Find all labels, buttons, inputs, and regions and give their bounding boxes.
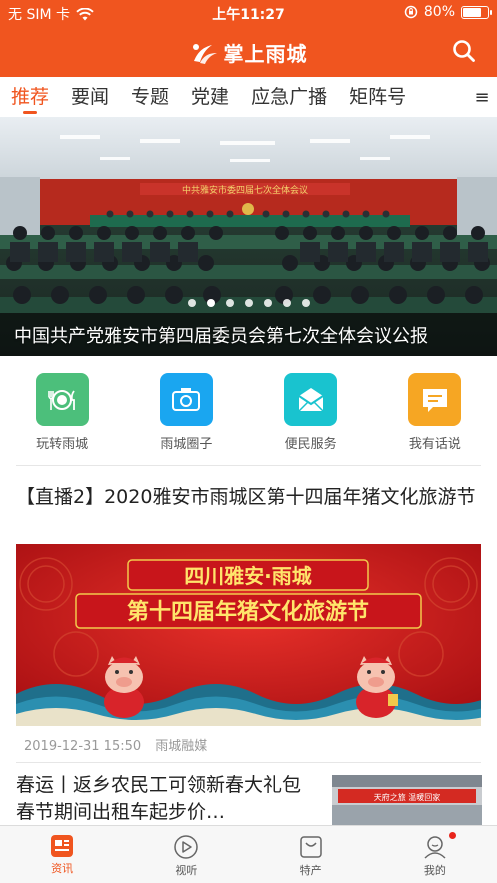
carousel-indicator (0, 299, 497, 307)
carousel-dot[interactable] (282, 299, 291, 307)
app-title: 掌上雨城 (0, 38, 497, 67)
carousel-dot[interactable] (225, 299, 234, 307)
nav-specialty[interactable]: 特产 (249, 826, 373, 883)
article-thumbnail[interactable]: 天府之旅 温暖回家 (332, 775, 482, 825)
quick-action-public-service[interactable]: 便民服务 (249, 356, 373, 462)
article-source: 雨城融媒 (155, 739, 208, 754)
tabs-menu-icon[interactable]: ≡ (467, 77, 497, 117)
banner-image: 中共雅安市委四届七次全体会议 (0, 117, 497, 356)
orientation-lock-icon (404, 5, 418, 19)
app-title-text: 掌上雨城 (223, 42, 308, 66)
poster-line1: 四川雅安·雨城 (184, 564, 312, 588)
quick-action-label: 雨城圈子 (160, 437, 213, 452)
play-icon (174, 835, 199, 859)
battery-icon (461, 5, 492, 19)
nav-label: 特产 (299, 864, 322, 877)
notification-badge (448, 832, 456, 839)
top-bar: 无 SIM 卡 上午11:27 80% 掌上雨城 (0, 0, 497, 77)
tab-party-building[interactable]: 党建 (180, 77, 240, 117)
divider (16, 465, 481, 466)
tab-matrix-accounts[interactable]: 矩阵号 (338, 77, 417, 117)
category-tabs: 推荐 要闻 专题 党建 应急广播 矩阵号 ≡ (0, 77, 497, 117)
quick-action-label: 玩转雨城 (36, 437, 89, 452)
nav-mine[interactable]: 我的 (373, 826, 497, 883)
nav-label: 我的 (423, 864, 446, 877)
banner-caption: 中国共产党雅安市第四届委员会第七次全体会议公报 (14, 326, 428, 347)
chat-icon (408, 373, 462, 426)
thumb-text: 天府之旅 温暖回家 (374, 792, 441, 802)
festival-poster: 四川雅安·雨城 第十四届年猪文化旅游节 (16, 544, 481, 726)
divider (16, 762, 481, 763)
article-time: 2019-12-31 15:50 (24, 739, 142, 754)
quick-action-label: 便民服务 (284, 437, 337, 452)
stage-banner-text: 中共雅安市委四届七次全体会议 (182, 184, 308, 196)
quick-action-city-circle[interactable]: 雨城圈子 (124, 356, 248, 462)
quick-actions: 玩转雨城 雨城圈子 便民服务 我有话说 (0, 356, 497, 462)
bottom-nav: 资讯 视听 特产 我的 (0, 825, 497, 883)
tab-topics[interactable]: 专题 (120, 77, 180, 117)
carousel-dot[interactable] (206, 299, 215, 307)
carousel-dot[interactable] (187, 299, 196, 307)
article-title[interactable]: 【直播2】2020雅安市雨城区第十四届年猪文化旅游节 (16, 484, 484, 510)
quick-action-fun-city[interactable]: 玩转雨城 (0, 356, 124, 462)
article-image[interactable]: 四川雅安·雨城 第十四届年猪文化旅游节 (16, 544, 481, 726)
carousel-dot[interactable] (301, 299, 310, 307)
nav-label: 资讯 (51, 862, 74, 875)
dining-icon (35, 373, 89, 426)
article-meta: 2019-12-31 15:50 雨城融媒 (24, 735, 217, 754)
quick-action-label: 我有话说 (408, 437, 461, 452)
article-title[interactable]: 春运丨返乡农民工可领新春大礼包 春节期间出租车起步价… (16, 772, 316, 826)
quick-action-speak-up[interactable]: 我有话说 (373, 356, 497, 462)
battery-percent: 80% (423, 4, 455, 20)
search-icon[interactable] (451, 38, 477, 64)
mail-icon (284, 373, 338, 426)
tab-headlines[interactable]: 要闻 (60, 77, 120, 117)
nav-audio-video[interactable]: 视听 (124, 826, 248, 883)
news-icon (51, 835, 74, 857)
nav-news[interactable]: 资讯 (0, 826, 124, 883)
carousel-dot[interactable] (263, 299, 272, 307)
nav-label: 视听 (175, 864, 198, 877)
app-logo-icon (192, 44, 217, 64)
status-bar: 无 SIM 卡 上午11:27 80% (0, 0, 497, 26)
carousel-dot[interactable] (244, 299, 253, 307)
poster-line2: 第十四届年猪文化旅游节 (127, 599, 369, 625)
tab-recommend[interactable]: 推荐 (0, 77, 60, 117)
camera-icon (159, 373, 213, 426)
title-bar: 掌上雨城 (0, 26, 497, 77)
banner-carousel[interactable]: 中共雅安市委四届七次全体会议 中国共产党雅安市第四届委员会第七次全体会议公报 (0, 117, 497, 356)
user-icon (424, 836, 446, 859)
tab-emergency-broadcast[interactable]: 应急广播 (240, 77, 338, 117)
bag-icon (299, 836, 322, 858)
